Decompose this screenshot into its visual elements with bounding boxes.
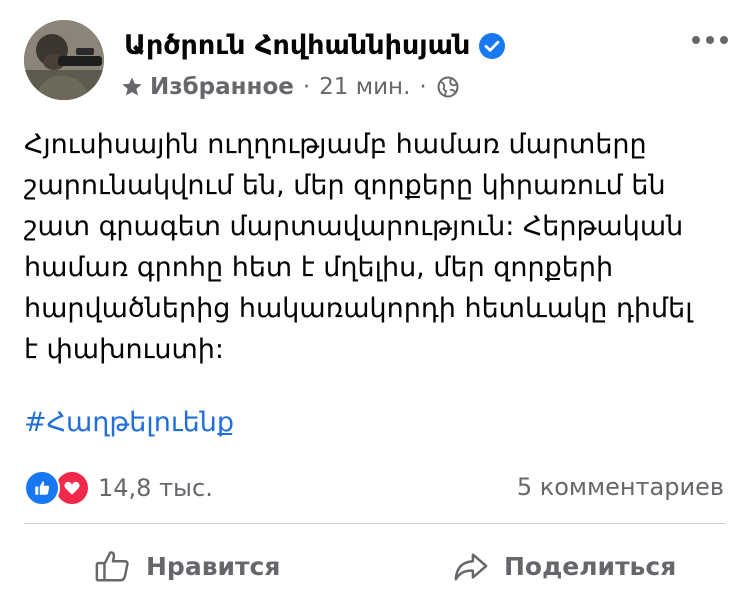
like-button[interactable]: Нравится xyxy=(94,542,280,590)
reactions-summary[interactable]: 14,8 тыс. xyxy=(24,470,213,506)
post-meta: Избранное · 21 мин. · xyxy=(120,74,460,100)
share-label: Поделиться xyxy=(504,551,677,581)
post-text-line: շատ գրագետ մարտավարություն: Հերթական xyxy=(24,211,684,242)
comments-count[interactable]: 5 комментариев xyxy=(517,473,724,501)
post-text-line: Հյուսիսային ուղղությամբ համառ մարտերը xyxy=(24,129,647,160)
author-name[interactable]: Արծրուն Հովհաննիսյան xyxy=(124,30,470,61)
author-avatar[interactable] xyxy=(24,20,104,100)
meta-separator: · xyxy=(302,74,311,100)
meta-separator: · xyxy=(419,74,427,100)
post-text-line: է փախուստի: xyxy=(24,334,224,365)
share-button[interactable]: Поделиться xyxy=(452,542,676,590)
thumbs-up-icon xyxy=(95,551,129,582)
post-text-line: համառ գրոհը հետ է մղելիս, մեր զորքերի xyxy=(24,252,614,283)
favorites-label[interactable]: Избранное xyxy=(150,74,294,100)
reactions-count: 14,8 тыс. xyxy=(98,474,213,502)
star-icon xyxy=(122,77,142,96)
author-name-row: Արծրուն Հովհաննիսյան xyxy=(124,30,506,61)
divider xyxy=(24,523,726,524)
avatar-photo xyxy=(24,20,104,100)
post-time[interactable]: 21 мин. xyxy=(319,74,410,100)
hashtag-link[interactable]: #Հաղթելուենք xyxy=(24,407,234,438)
more-options-icon[interactable] xyxy=(692,30,728,50)
post-text: Հյուսիսային ուղղությամբ համառ մարտերը շա… xyxy=(24,124,724,370)
like-label: Нравится xyxy=(146,551,281,581)
like-reaction-icon xyxy=(24,470,60,506)
post-text-line: հարվածներից հակառակորդի հետևակը դիմել xyxy=(24,293,693,324)
post-text-line: շարունակվում են, մեր զորքերը կիրառում են xyxy=(24,170,666,201)
globe-icon[interactable] xyxy=(436,75,460,99)
share-arrow-icon xyxy=(454,553,488,581)
verified-badge-icon xyxy=(479,32,506,59)
